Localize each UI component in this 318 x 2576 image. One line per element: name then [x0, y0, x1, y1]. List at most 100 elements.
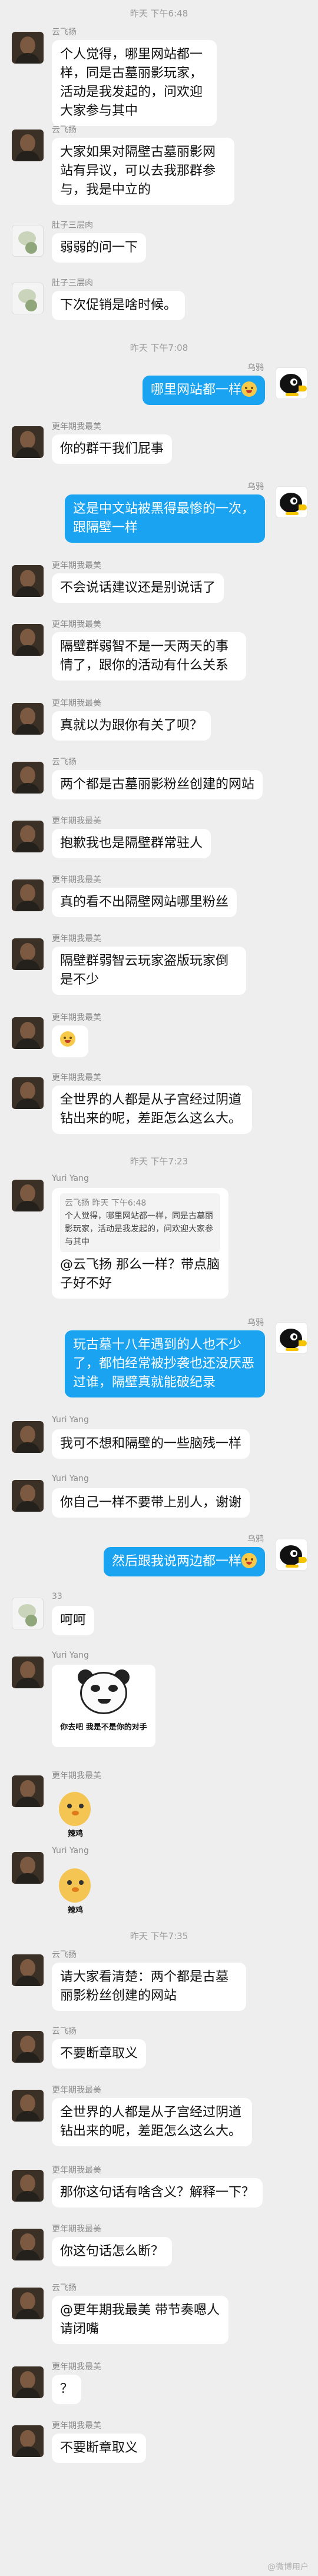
sender-name: 33 — [52, 1592, 62, 1601]
avatar[interactable] — [12, 283, 44, 314]
message-bubble[interactable]: 两个都是古墓丽影粉丝创建的网站 — [52, 770, 263, 799]
avatar[interactable] — [12, 1598, 44, 1629]
watermark: @微博用户 — [267, 2562, 309, 2572]
sender-name: 云飞扬 — [52, 1950, 77, 1960]
sender-name: 乌鸦 — [247, 363, 264, 373]
avatar[interactable] — [12, 1077, 44, 1109]
message-bubble[interactable]: 不要断章取义 — [52, 2434, 147, 2463]
message-bubble[interactable]: 隔壁群弱智云玩家盗版玩家倒是不少 — [52, 947, 246, 995]
avatar[interactable] — [12, 2090, 44, 2122]
avatar[interactable] — [12, 565, 44, 597]
message-bubble[interactable]: 个人觉得，哪里网站都一样，同是古墓丽影玩家，活动是我发起的，问欢迎大家参与其中 — [52, 40, 217, 126]
message-bubble[interactable]: 大家如果对隔壁古墓丽影网站有异议，可以去我那群参与，我是中立的 — [52, 138, 234, 205]
smile-emoji-icon — [60, 1031, 75, 1047]
avatar[interactable] — [12, 130, 44, 161]
avatar[interactable] — [12, 762, 44, 794]
message-bubble[interactable]: 不会说话建议还是别说话了 — [52, 573, 224, 603]
sticker-chick[interactable]: 辣鸡 — [52, 1860, 99, 1917]
sender-name: 云飞扬 — [52, 758, 77, 767]
sender-name: Yuri Yang — [52, 1415, 89, 1425]
sticker-chick[interactable]: 辣鸡 — [52, 1784, 99, 1840]
sticker-panda[interactable]: 你去吧 我是不是你的对手 — [52, 1665, 155, 1747]
avatar[interactable] — [12, 1480, 44, 1512]
sticker-caption: 辣鸡 — [67, 1906, 83, 1915]
avatar[interactable] — [12, 2170, 44, 2202]
message-bubble[interactable]: 呵呵 — [52, 1606, 95, 1635]
avatar[interactable] — [276, 367, 307, 399]
avatar[interactable] — [12, 2031, 44, 2063]
message-bubble[interactable]: @更年期我最美 带节奏嗯人请闭嘴 — [52, 2296, 228, 2344]
avatar[interactable] — [12, 1775, 44, 1807]
message-bubble[interactable]: 那你这句话有啥含义？解释一下？ — [52, 2178, 263, 2207]
avatar[interactable] — [12, 1954, 44, 1986]
avatar[interactable] — [12, 1180, 44, 1211]
smile-emoji-icon — [241, 1553, 257, 1568]
avatar[interactable] — [12, 2229, 44, 2260]
avatar[interactable] — [12, 624, 44, 656]
timestamp: 昨天 下午7:23 — [130, 1156, 188, 1167]
message-bubble[interactable]: 真的看不出隔壁网站哪里粉丝 — [52, 888, 237, 917]
sender-name: Yuri Yang — [52, 1474, 89, 1483]
avatar[interactable] — [12, 1657, 44, 1688]
sender-name: 更年期我最美 — [52, 699, 101, 708]
sender-name: 乌鸦 — [247, 1318, 264, 1327]
message-bubble[interactable]: 哪里网站都一样 — [142, 376, 265, 405]
sender-name: 云飞扬 — [52, 2283, 77, 2293]
message-bubble[interactable]: 弱弱的问一下 — [52, 233, 147, 263]
timestamp: 昨天 下午7:35 — [130, 1931, 188, 1941]
avatar[interactable] — [276, 1322, 307, 1354]
avatar[interactable] — [12, 426, 44, 458]
message-bubble[interactable]: 然后跟我说两边都一样 — [103, 1547, 265, 1576]
message-bubble[interactable]: 抱歉我也是隔壁群常驻人 — [52, 829, 211, 858]
message-bubble[interactable]: 全世界的人都是从子宫经过阴道钻出来的呢，差距怎么这么大。 — [52, 1085, 252, 1134]
avatar[interactable] — [12, 32, 44, 64]
avatar[interactable] — [12, 879, 44, 911]
sender-name: 乌鸦 — [247, 482, 264, 492]
message-bubble[interactable]: 云飞扬 昨天 下午6:48 个人觉得，哪里网站都一样，同是古墓丽影玩家，活动是我… — [52, 1188, 228, 1299]
avatar[interactable] — [12, 1421, 44, 1453]
avatar[interactable] — [276, 486, 307, 518]
quoted-text: 个人觉得，哪里网站都一样，同是古墓丽影玩家，活动是我发起的，问欢迎大家参与其中 — [65, 1211, 213, 1247]
avatar[interactable] — [12, 2288, 44, 2319]
sticker-caption: 辣鸡 — [67, 1830, 83, 1838]
timestamp: 昨天 下午7:08 — [130, 343, 188, 353]
avatar[interactable] — [276, 1539, 307, 1571]
avatar[interactable] — [12, 1852, 44, 1884]
message-bubble[interactable]: 你自己一样不要带上别人，谢谢 — [52, 1488, 250, 1518]
avatar[interactable] — [12, 2425, 44, 2457]
avatar[interactable] — [12, 225, 44, 257]
message-bubble[interactable]: 不要断章取义 — [52, 2039, 147, 2069]
message-text: 哪里网站都一样 — [150, 383, 241, 397]
message-bubble[interactable] — [52, 1025, 88, 1057]
sender-name: 更年期我最美 — [52, 875, 101, 885]
avatar[interactable] — [12, 1017, 44, 1049]
avatar[interactable] — [12, 938, 44, 970]
quoted-message[interactable]: 云飞扬 昨天 下午6:48 个人觉得，哪里网站都一样，同是古墓丽影玩家，活动是我… — [60, 1193, 220, 1252]
sender-name: 肚子三层肉 — [52, 278, 93, 288]
sender-name: Yuri Yang — [52, 1651, 89, 1660]
avatar[interactable] — [12, 821, 44, 852]
avatar[interactable] — [12, 2366, 44, 2398]
message-bubble[interactable]: ？ — [52, 2375, 82, 2404]
panda-face-icon — [57, 1668, 151, 1719]
message-bubble[interactable]: 请大家看清楚：两个都是古墓丽影粉丝创建的网站 — [52, 1963, 246, 2011]
sender-name: 更年期我最美 — [52, 816, 101, 826]
message-bubble[interactable]: 隔壁群弱智不是一天两天的事情了，跟你的活动有什么关系 — [52, 632, 246, 680]
message-bubble[interactable]: 真就以为跟你有关了呗？ — [52, 711, 211, 741]
sender-name: 云飞扬 — [52, 2027, 77, 2036]
sender-name: Yuri Yang — [52, 1174, 89, 1183]
sender-name: 更年期我最美 — [52, 1013, 101, 1023]
chick-icon — [59, 1868, 91, 1903]
avatar[interactable] — [12, 703, 44, 735]
message-bubble[interactable]: 我可不想和隔壁的一些脑残一样 — [52, 1429, 250, 1459]
message-bubble[interactable]: 玩古墓十八年遇到的人也不少了，都怕经常被抄袭也还没厌恶过谁，隔壁真就能破纪录 — [65, 1330, 265, 1397]
message-bubble[interactable]: 你的群干我们屁事 — [52, 434, 173, 464]
message-bubble[interactable]: 全世界的人都是从子宫经过阴道钻出来的呢，差距怎么这么大。 — [52, 2098, 252, 2146]
sender-name: 更年期我最美 — [52, 620, 101, 629]
message-text: 然后跟我说两边都一样 — [111, 1554, 241, 1569]
sender-name: 更年期我最美 — [52, 422, 101, 431]
message-bubble[interactable]: 这是中文站被黑得最惨的一次，跟隔壁一样 — [65, 494, 265, 543]
sender-name: 更年期我最美 — [52, 2225, 101, 2234]
message-bubble[interactable]: 下次促销是啥时候。 — [52, 291, 186, 320]
message-bubble[interactable]: 你这句话怎么断？ — [52, 2237, 173, 2266]
